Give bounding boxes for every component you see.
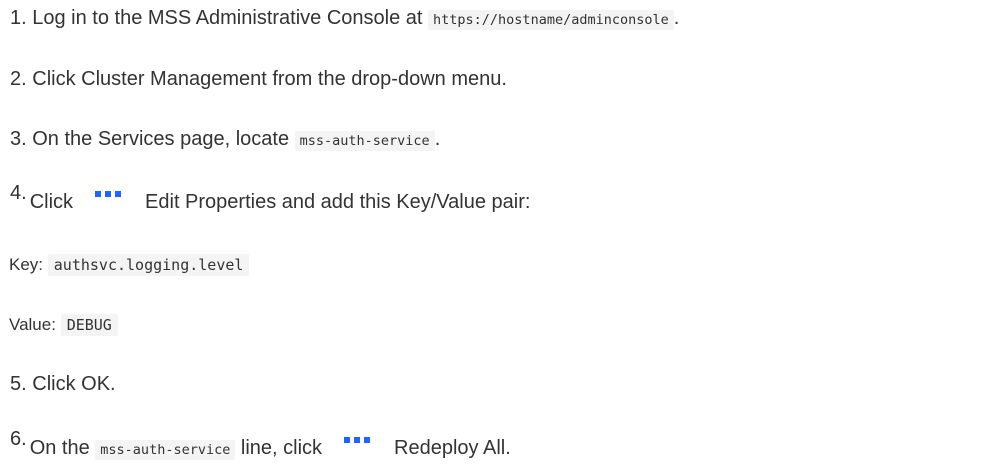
dot [344,437,351,443]
step-2: 2. Click Cluster Management from the dro… [10,67,507,91]
service-name-code: mss-auth-service [95,440,236,460]
step-4: 4. Click Edit Properties and add this Key/… [10,182,531,214]
step-text: Click OK. [32,373,116,395]
step-6: 6. On the mss-auth-service line, click Red… [10,428,511,462]
step-number: 6. [10,428,27,450]
step-text: Redeploy All. [394,437,511,459]
value-row: Value: DEBUG [9,313,118,337]
service-name-code: mss-auth-service [294,131,435,151]
step-number: 4. [10,182,27,204]
step-punct: . [673,7,680,29]
key-row: Key: authsvc.logging.level [9,253,250,277]
step-text: On the Services page, locate [32,128,290,150]
step-number: 2. [10,68,27,90]
dot [115,191,122,197]
key-value-code: authsvc.logging.level [47,254,250,276]
admin-console-url: https://hostname/adminconsole [428,10,674,30]
dot [354,437,361,443]
step-punct: . [434,128,441,150]
step-3: 3. On the Services page, locate mss-auth… [10,127,440,153]
step-text: On the [29,437,90,459]
value-code: DEBUG [60,314,118,336]
step-text: Click Cluster Management from the drop-d… [32,68,507,90]
step-text: line, click [240,437,323,459]
key-label: Key: [9,255,44,274]
more-actions-dots-icon [344,437,374,443]
value-label: Value: [9,315,56,334]
more-actions-dots-icon [95,191,125,197]
dot [95,191,102,197]
step-1: 1. Log in to the MSS Administrative Cons… [10,6,679,32]
step-text: Edit Properties and add this Key/Value p… [145,191,531,213]
dot [364,437,371,443]
dot [105,191,112,197]
step-number: 5. [10,373,27,395]
step-text: Click [29,191,74,213]
step-5: 5. Click OK. [10,372,116,396]
step-number: 1. [10,7,27,29]
step-text: Log in to the MSS Administrative Console… [32,7,423,29]
step-number: 3. [10,128,27,150]
